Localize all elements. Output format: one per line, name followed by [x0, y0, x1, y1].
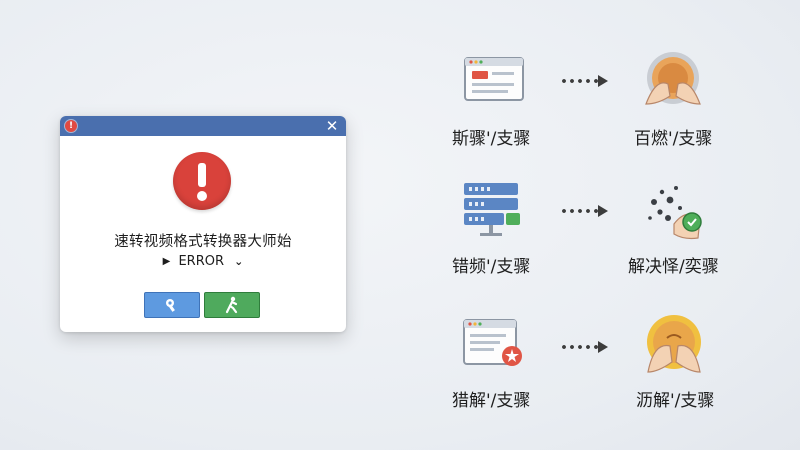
- step-1-left-label: 斯骤'/支骤: [452, 129, 531, 149]
- error-details-toggle[interactable]: ▶ ERROR ⌄: [60, 254, 346, 269]
- error-dialog: ! ✕ 速转视频格式转换器大师始 ▶ ERROR ⌄: [60, 116, 346, 332]
- step-2-right-label: 解决怿/奕骤: [628, 257, 719, 277]
- chevron-down-icon: ⌄: [234, 255, 244, 268]
- step-1-right-label: 百燃'/支骤: [634, 129, 713, 149]
- dialog-message: 速转视频格式转换器大师始: [114, 234, 292, 250]
- expand-caret-icon: ▶: [162, 256, 171, 267]
- browser-window-icon: [463, 56, 525, 104]
- blue-action-button[interactable]: [144, 292, 200, 318]
- step-1-arrow-icon: [560, 74, 610, 88]
- close-button[interactable]: ✕: [324, 118, 340, 134]
- hands-over-coin-icon: [638, 312, 710, 378]
- hands-covering-face-icon: [638, 48, 708, 114]
- wrench-icon: [166, 299, 175, 312]
- dialog-titlebar: ! ✕: [60, 116, 346, 136]
- green-action-button[interactable]: [204, 292, 260, 318]
- step-2-left-label: 错频'/支骤: [452, 257, 531, 277]
- run-icon: [225, 296, 238, 314]
- error-label: ERROR: [178, 254, 225, 269]
- app-alert-icon: !: [65, 120, 77, 132]
- step-2-arrow-icon: [560, 204, 610, 218]
- window-with-error-icon: [462, 318, 530, 374]
- fix-scatter-icon: [640, 178, 710, 244]
- step-3-left-label: 猎解'/支骤: [452, 391, 531, 411]
- step-3-arrow-icon: [560, 340, 610, 354]
- server-stack-icon: [460, 180, 524, 240]
- step-3-right-label: 沥解'/支骤: [636, 391, 715, 411]
- error-icon: [173, 152, 231, 210]
